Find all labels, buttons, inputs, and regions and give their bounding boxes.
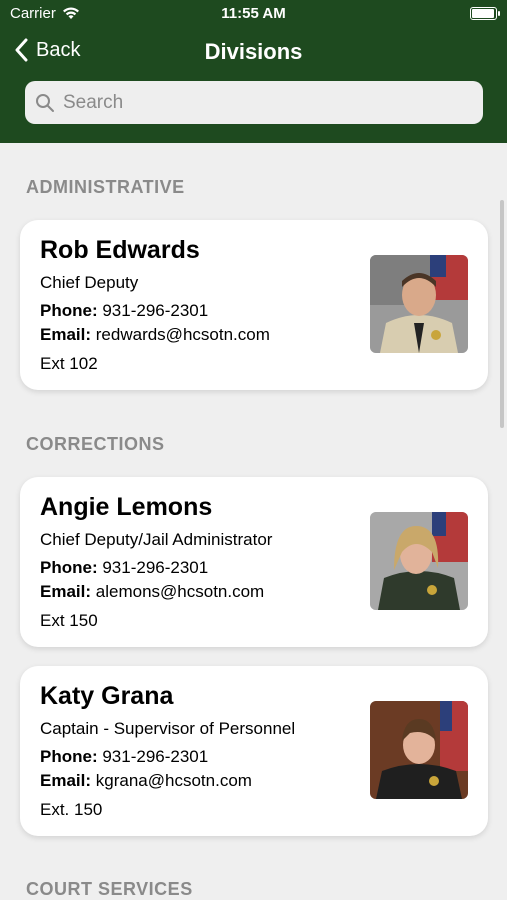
contact-phone: Phone: 931-296-2301 [40,747,208,767]
contact-name: Katy Grana [40,682,174,710]
phone-value[interactable]: 931-296-2301 [102,301,208,320]
scrollbar[interactable] [500,200,504,428]
email-value[interactable]: redwards@hcsotn.com [96,325,270,344]
contact-name: Rob Edwards [40,236,200,264]
contact-name: Angie Lemons [40,493,213,521]
nav-bar: Back Divisions [0,30,507,74]
contact-email: Email: alemons@hcsotn.com [40,582,264,602]
email-value[interactable]: alemons@hcsotn.com [96,582,264,601]
phone-label: Phone: [40,558,98,577]
email-value[interactable]: kgrana@hcsotn.com [96,771,252,790]
contact-card[interactable]: Rob Edwards Chief Deputy Phone: 931-296-… [20,220,488,390]
contact-email: Email: redwards@hcsotn.com [40,325,270,345]
battery-icon [470,7,500,20]
contact-photo [370,701,468,799]
search-bar[interactable] [25,81,483,124]
status-bar: Carrier 11:55 AM [0,0,507,28]
contact-card[interactable]: Katy Grana Captain - Supervisor of Perso… [20,666,488,836]
contact-title: Chief Deputy [40,273,139,292]
contact-title: Chief Deputy/Jail Administrator [40,530,273,549]
page-title: Divisions [204,39,303,64]
contact-card[interactable]: Angie Lemons Chief Deputy/Jail Administr… [20,477,488,647]
contact-ext: Ext. 150 [40,800,103,819]
contact-photo [370,512,468,610]
section-header-corrections: CORRECTIONS [26,434,165,454]
search-icon [36,93,54,112]
email-label: Email: [40,582,92,601]
section-header-administrative: ADMINISTRATIVE [26,177,185,197]
contact-email: Email: kgrana@hcsotn.com [40,771,252,791]
contact-ext: Ext 102 [40,354,98,373]
phone-label: Phone: [40,747,98,766]
email-label: Email: [40,771,92,790]
battery-fill [472,9,494,18]
contact-title: Captain - Supervisor of Personnel [40,719,296,738]
email-label: Email: [40,325,92,344]
search-input[interactable] [63,91,463,114]
contact-phone: Phone: 931-296-2301 [40,558,208,578]
contact-phone: Phone: 931-296-2301 [40,301,208,321]
status-time: 11:55 AM [221,5,286,22]
phone-value[interactable]: 931-296-2301 [102,558,208,577]
contact-photo [370,255,468,353]
contact-ext: Ext 150 [40,611,98,630]
phone-label: Phone: [40,301,98,320]
app-header: Carrier 11:55 AM Back Divisions [0,0,507,143]
section-header-court-services: COURT SERVICES [26,879,193,899]
phone-value[interactable]: 931-296-2301 [102,747,208,766]
